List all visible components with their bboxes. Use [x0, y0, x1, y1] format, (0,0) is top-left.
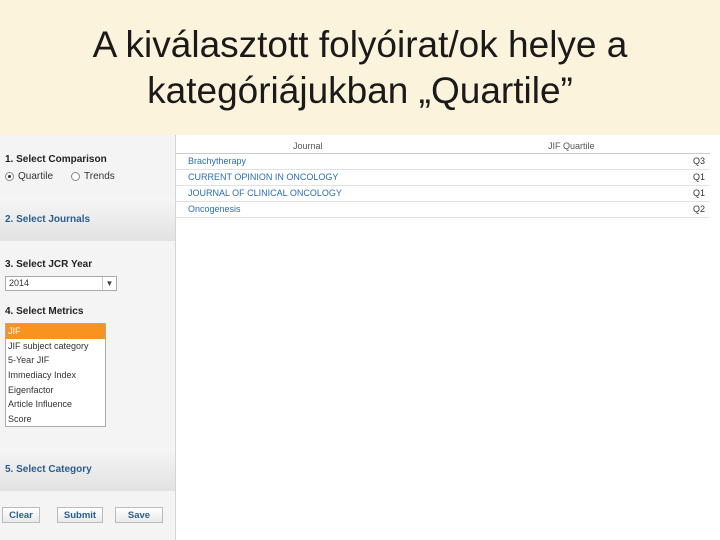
save-button[interactable]: Save — [115, 507, 163, 523]
metrics-listbox[interactable]: JIF JIF subject category 5-Year JIF Imme… — [5, 323, 106, 427]
metric-option-5-year-jif[interactable]: 5-Year JIF — [6, 353, 105, 368]
journal-column-header[interactable]: Journal — [293, 141, 323, 151]
select-journals-heading: 2. Select Journals — [5, 214, 91, 225]
journal-link[interactable]: JOURNAL OF CLINICAL ONCOLOGY — [188, 188, 342, 198]
slide-title: A kiválasztott folyóirat/ok helye a kate… — [0, 0, 720, 135]
journal-link[interactable]: Brachytherapy — [188, 156, 246, 166]
table-row: Oncogenesis Q2 — [176, 201, 710, 218]
submit-button[interactable]: Submit — [57, 507, 103, 523]
slide-title-line-2: kategóriájukban „Quartile” — [147, 69, 573, 111]
metric-option-score[interactable]: Score — [6, 412, 105, 427]
quartile-value: Q2 — [692, 204, 705, 214]
quartile-value: Q1 — [692, 188, 705, 198]
table-row: JOURNAL OF CLINICAL ONCOLOGY Q1 — [176, 185, 710, 202]
quartile-radio[interactable] — [5, 172, 14, 181]
trends-radio-label: Trends — [84, 171, 115, 182]
select-comparison-heading: 1. Select Comparison — [5, 154, 107, 165]
quartile-radio-label: Quartile — [18, 171, 54, 182]
quartile-column-header[interactable]: JIF Quartile — [548, 141, 595, 151]
jcr-screenshot: 1. Select Comparison Quartile Trends 2. … — [0, 135, 720, 540]
metric-option-eigenfactor[interactable]: Eigenfactor — [6, 383, 105, 398]
metric-option-jif-subject-category[interactable]: JIF subject category — [6, 339, 105, 354]
metric-option-jif[interactable]: JIF — [6, 324, 105, 339]
sidebar: 1. Select Comparison Quartile Trends 2. … — [0, 135, 176, 540]
metric-option-article-influence[interactable]: Article Influence — [6, 397, 105, 412]
quartile-value: Q3 — [692, 156, 705, 166]
select-metrics-heading: 4. Select Metrics — [5, 306, 84, 317]
quartile-value: Q1 — [692, 172, 705, 182]
select-journals-section[interactable]: 2. Select Journals — [0, 197, 175, 241]
chevron-down-icon[interactable]: ▼ — [102, 277, 116, 290]
results-table: Journal JIF Quartile Brachytherapy Q3 CU… — [176, 135, 720, 540]
select-jcr-year-heading: 3. Select JCR Year — [5, 259, 93, 270]
trends-radio[interactable] — [71, 172, 81, 181]
journal-link[interactable]: Oncogenesis — [188, 204, 241, 214]
jcr-year-value: 2014 — [9, 278, 30, 288]
table-row: CURRENT OPINION IN ONCOLOGY Q1 — [176, 169, 710, 186]
select-category-heading: 5. Select Category — [5, 464, 92, 475]
table-header: Journal JIF Quartile — [176, 138, 710, 154]
select-category-section[interactable]: 5. Select Category — [0, 447, 175, 491]
comparison-radio-group: Quartile Trends — [5, 171, 115, 182]
journal-link[interactable]: CURRENT OPINION IN ONCOLOGY — [188, 172, 338, 182]
metric-option-immediacy-index[interactable]: Immediacy Index — [6, 368, 105, 383]
jcr-year-select[interactable]: 2014 ▼ — [5, 276, 117, 291]
table-row: Brachytherapy Q3 — [176, 153, 710, 170]
clear-button[interactable]: Clear — [2, 507, 40, 523]
slide-title-line-1: A kiválasztott folyóirat/ok helye a — [92, 23, 628, 65]
